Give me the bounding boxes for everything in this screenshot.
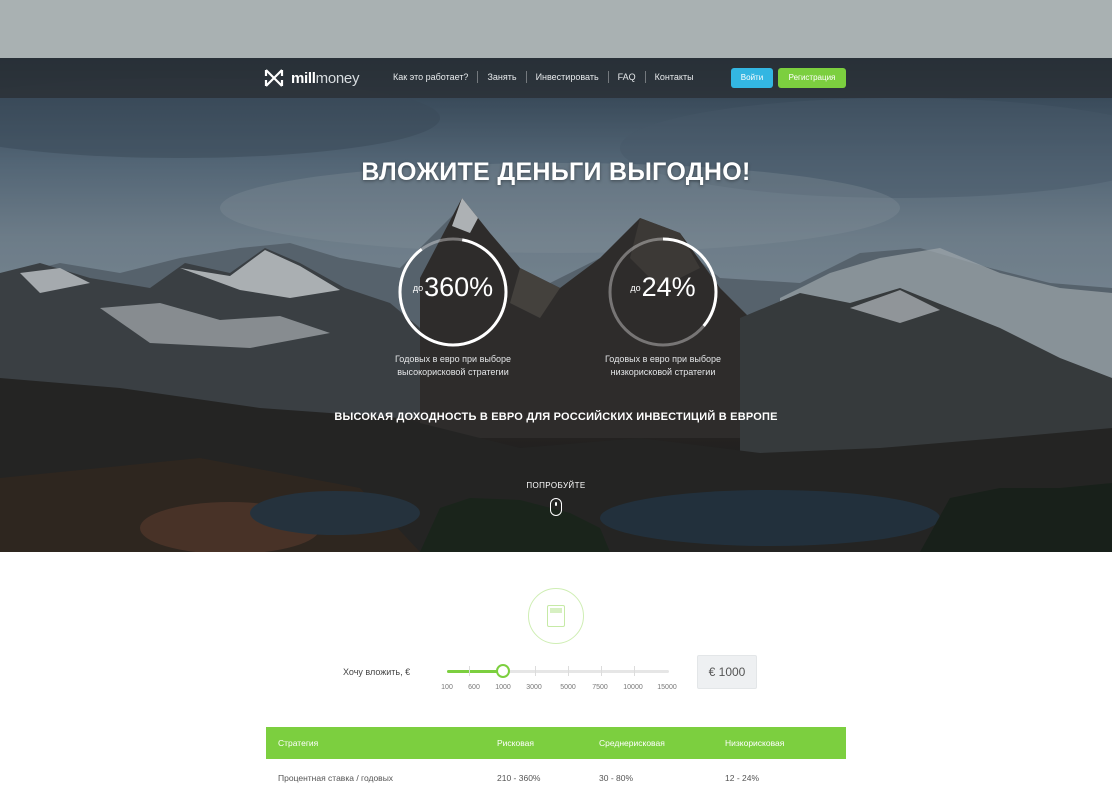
table-cell: 210 - 360%: [497, 773, 541, 783]
table-header-medium-risk: Среднерисковая: [599, 738, 665, 748]
table-header-risky: Рисковая: [497, 738, 534, 748]
logo-text: millmoney: [291, 69, 360, 87]
top-navbar: millmoney Как это работает? Занять Инвес…: [0, 58, 1112, 98]
login-button[interactable]: Войти: [731, 68, 773, 88]
nav-how-it-works[interactable]: Как это работает?: [384, 71, 479, 83]
low-risk-rate-value: до24%: [630, 272, 696, 302]
low-risk-rate-ring: до24%: [607, 236, 719, 348]
table-cell: 30 - 80%: [599, 773, 634, 783]
low-risk-caption: Годовых в евро при выборе низкорисковой …: [605, 354, 721, 377]
high-risk-rate-ring: до360%: [397, 236, 509, 348]
nav-invest[interactable]: Инвестировать: [527, 71, 609, 83]
table-cell: Процентная ставка / годовых: [278, 773, 394, 783]
hero-section: millmoney Как это работает? Занять Инвес…: [0, 58, 1112, 552]
mountain-background-image: [0, 58, 1112, 552]
table-row: Процентная ставка / годовых 210 - 360% 3…: [266, 762, 846, 786]
table-cell: 12 - 24%: [725, 773, 760, 783]
logo[interactable]: millmoney: [263, 67, 359, 89]
slider-tick: [568, 666, 569, 676]
try-label[interactable]: ПОПРОБУЙТЕ: [0, 481, 1112, 490]
high-risk-caption: Годовых в евро при выборе высокорисковой…: [395, 354, 511, 377]
high-risk-rate-value: до360%: [412, 272, 494, 302]
landing-page: millmoney Как это работает? Занять Инвес…: [0, 58, 1112, 786]
calculator-icon: [547, 605, 565, 627]
main-nav: Как это работает? Занять Инвестировать F…: [384, 71, 703, 83]
window-top-bar: [0, 0, 1112, 58]
nav-contacts[interactable]: Контакты: [646, 71, 703, 83]
nav-faq[interactable]: FAQ: [609, 71, 646, 83]
slider-tick: [601, 666, 602, 676]
register-button[interactable]: Регистрация: [778, 68, 846, 88]
slider-tick: [535, 666, 536, 676]
amount-input[interactable]: € 1000: [697, 655, 757, 689]
invest-amount-label: Хочу вложить, €: [343, 667, 411, 677]
slider-tick-label: 15000: [657, 684, 677, 691]
strategy-table-header: Стратегия Рисковая Среднерисковая Низкор…: [266, 727, 846, 759]
slider-tick: [469, 666, 470, 676]
hero-title: ВЛОЖИТЕ ДЕНЬГИ ВЫГОДНО!: [361, 158, 751, 186]
calculator-badge: [528, 588, 584, 644]
scroll-mouse-icon[interactable]: [550, 498, 562, 516]
slider-tick: [634, 666, 635, 676]
amount-slider-thumb[interactable]: [496, 664, 510, 678]
table-header-low-risk: Низкорисковая: [725, 738, 785, 748]
hero-subtitle: ВЫСОКАЯ ДОХОДНОСТЬ В ЕВРО ДЛЯ РОССИЙСКИХ…: [334, 411, 778, 423]
nav-borrow[interactable]: Занять: [478, 71, 527, 83]
table-header-strategy: Стратегия: [278, 738, 319, 748]
amount-slider-fill: [447, 670, 503, 673]
millmoney-logo-icon: [264, 69, 284, 87]
